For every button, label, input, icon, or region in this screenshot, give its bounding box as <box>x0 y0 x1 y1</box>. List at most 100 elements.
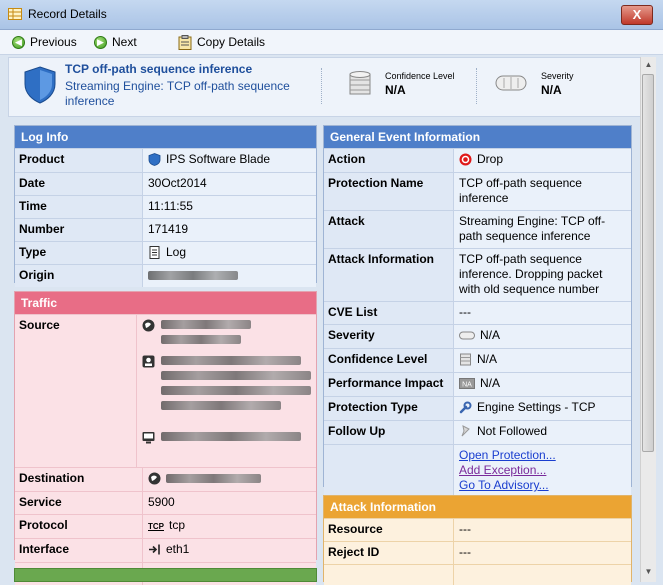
row-key: Interface <box>15 539 143 562</box>
row-key: Confidence Level <box>324 349 454 372</box>
globe-icon <box>142 319 155 332</box>
follow-up-value: Not Followed <box>477 424 548 438</box>
row-key: Performance Impact <box>324 373 454 396</box>
confidence-level-stat: Confidence Level N/A <box>385 71 455 97</box>
table-row: Resource --- <box>324 518 631 541</box>
row-key: CVE List <box>324 302 454 324</box>
number-value: 171419 <box>148 222 189 236</box>
pin-icon <box>461 425 470 437</box>
date-value: 30Oct2014 <box>148 176 207 190</box>
log-info-panel: Log Info Product IPS Software Blade Date… <box>14 125 317 287</box>
open-protection-link[interactable]: Open Protection... <box>459 448 556 463</box>
row-key: Origin <box>15 265 143 287</box>
redacted-text <box>161 401 281 410</box>
severity-row-value: N/A <box>480 328 501 342</box>
origin-value <box>143 265 316 287</box>
copy-details-button[interactable]: Copy Details <box>178 34 265 50</box>
redacted-text <box>148 271 238 280</box>
cve-list-value: --- <box>459 305 471 319</box>
row-key: Number <box>15 219 143 241</box>
action-value: Drop <box>477 152 504 166</box>
separator <box>476 68 477 104</box>
row-key: Protection Type <box>324 397 454 420</box>
source-entry <box>142 430 301 444</box>
table-row: Attack Streaming Engine: TCP off-path se… <box>324 210 631 248</box>
next-button[interactable]: ▶ Next <box>94 34 137 50</box>
table-row: Time 11:11:55 <box>15 195 316 218</box>
log-info-title: Log Info <box>15 126 316 148</box>
table-row: Follow Up Not Followed <box>324 420 631 444</box>
table-row: Number 171419 <box>15 218 316 241</box>
previous-button[interactable]: ◀ Previous <box>12 34 77 50</box>
row-key: Attack Information <box>324 249 454 301</box>
type-value: Log <box>166 245 187 259</box>
na-badge-icon: NA <box>459 378 475 389</box>
title-bar: Record Details X <box>0 0 663 30</box>
copy-details-label: Copy Details <box>197 35 266 49</box>
table-icon <box>8 8 22 20</box>
table-row: Reject ID --- <box>324 541 631 564</box>
row-key: Destination <box>15 468 143 491</box>
row-value: IPS Software Blade <box>143 149 316 172</box>
row-value <box>454 565 631 585</box>
confidence-value: N/A <box>385 83 406 97</box>
redacted-text <box>161 371 311 380</box>
close-button[interactable]: X <box>621 5 653 25</box>
row-key: Date <box>15 173 143 195</box>
service-value: 5900 <box>148 495 175 509</box>
svg-text:NA: NA <box>462 382 472 389</box>
general-event-panel: General Event Information Action Drop Pr… <box>323 125 632 497</box>
arrow-left-icon: ◀ <box>12 35 25 49</box>
row-key: Service <box>15 492 143 514</box>
confidence-label: Confidence Level <box>385 71 455 81</box>
protection-type-value: Engine Settings - TCP <box>477 400 596 414</box>
row-key: Attack <box>324 211 454 248</box>
row-value: Engine Settings - TCP <box>454 397 631 420</box>
row-key: Product <box>15 149 143 172</box>
clipboard-icon <box>178 34 192 50</box>
redacted-text <box>161 432 301 441</box>
scroll-up-icon[interactable]: ▲ <box>641 57 656 72</box>
scroll-thumb[interactable] <box>642 74 654 452</box>
table-row: Protection Type Engine Settings - TCP <box>324 396 631 420</box>
add-exception-link[interactable]: Add Exception... <box>459 463 546 478</box>
row-key: Time <box>15 196 143 218</box>
row-value: eth1 <box>143 539 316 562</box>
next-panel-header <box>14 568 317 582</box>
row-key: Protection Name <box>324 173 454 210</box>
tcp-icon: TCP <box>148 522 164 531</box>
scroll-down-icon[interactable]: ▼ <box>641 564 656 579</box>
row-key: Reject ID <box>324 542 454 564</box>
table-row: Severity N/A <box>324 324 631 348</box>
redacted-text <box>161 356 301 365</box>
cylinder-icon <box>460 353 471 366</box>
row-key: Follow Up <box>324 421 454 444</box>
redacted-text <box>161 335 241 344</box>
table-row: Action Drop <box>324 148 631 172</box>
table-row: Type Log <box>15 241 316 264</box>
performance-impact-value: N/A <box>480 376 501 390</box>
traffic-panel: Traffic Source Destination Service 5900 <box>14 291 317 585</box>
source-entry <box>142 354 311 414</box>
row-key: Type <box>15 242 143 264</box>
row-value: Drop <box>454 149 631 172</box>
destination-value <box>143 468 316 491</box>
go-to-advisory-link[interactable]: Go To Advisory... <box>459 478 549 493</box>
toolbar: ◀ Previous ▶ Next Copy Details <box>0 30 663 55</box>
previous-label: Previous <box>30 35 77 49</box>
row-key: Action <box>324 149 454 172</box>
row-key: Resource <box>324 519 454 541</box>
attack-information-panel: Attack Information Resource --- Reject I… <box>323 495 632 585</box>
table-row: CVE List --- <box>324 301 631 324</box>
protection-title: TCP off-path sequence inference <box>65 62 253 76</box>
vertical-scrollbar[interactable]: ▲ ▼ <box>640 57 656 582</box>
arrow-right-icon: ▶ <box>94 35 107 49</box>
links-row-spacer <box>324 445 454 497</box>
row-value: N/A <box>454 325 631 348</box>
document-icon <box>149 246 160 259</box>
table-row: Service 5900 <box>15 491 316 514</box>
source-value <box>137 315 316 467</box>
arrow-in-icon <box>149 544 160 555</box>
row-key: Source <box>15 315 137 467</box>
attack-value: Streaming Engine: TCP off-path sequence … <box>459 214 606 243</box>
